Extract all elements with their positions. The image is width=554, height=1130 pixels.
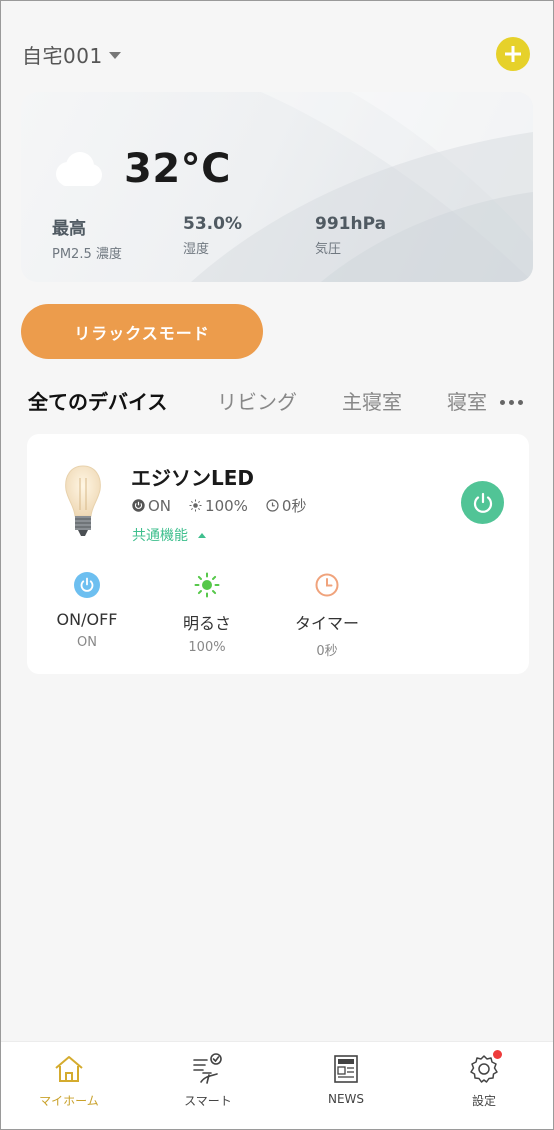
timer-status: 0秒 (266, 495, 307, 516)
power-status-icon (132, 499, 145, 512)
control-timer[interactable]: タイマー 0秒 (272, 572, 382, 659)
tab-master-bedroom[interactable]: 主寝室 (342, 386, 402, 415)
add-device-button[interactable] (496, 37, 530, 71)
clock-icon (315, 573, 339, 597)
weather-stat-humidity: 53.0% 湿度 (183, 214, 242, 257)
stat-value: 53.0% (183, 214, 242, 234)
nav-my-home[interactable]: マイホーム (14, 1052, 124, 1109)
control-label: タイマー (294, 614, 359, 633)
device-name: エジソンLED (131, 466, 255, 490)
cloud-icon (50, 150, 104, 192)
brightness-status-text: 100% (205, 496, 248, 515)
control-onoff[interactable]: ON/OFF ON (32, 572, 142, 650)
timer-status-icon (266, 499, 279, 512)
control-value: ON (77, 635, 97, 650)
tab-all-devices[interactable]: 全てのデバイス (28, 386, 167, 415)
device-status-row: ON 100% 0秒 (132, 495, 324, 516)
home-name: 自宅001 (22, 43, 103, 68)
weather-stat-pm25: 最高 PM2.5 濃度 (52, 214, 122, 262)
control-value: 100% (188, 640, 226, 655)
nav-label: NEWS (327, 1092, 365, 1106)
stat-label: PM2.5 濃度 (52, 247, 122, 262)
power-control-icon (74, 572, 100, 598)
plus-icon (505, 46, 521, 62)
power-status-text: ON (148, 496, 172, 515)
newspaper-icon (334, 1055, 358, 1083)
nav-label: マイホーム (39, 1094, 99, 1108)
device-power-button[interactable] (461, 481, 504, 524)
stat-value: 991hPa (315, 214, 387, 234)
stat-value: 最高 (52, 219, 86, 239)
temperature: 32°C (124, 146, 232, 192)
sun-icon (194, 572, 220, 598)
home-selector[interactable]: 自宅001 (22, 40, 121, 68)
timer-status-text: 0秒 (281, 497, 307, 515)
common-functions-toggle[interactable]: 共通機能 (132, 525, 206, 545)
nav-label: 設定 (471, 1094, 496, 1108)
tab-bedroom[interactable]: 寝室 (447, 386, 489, 415)
power-icon (473, 492, 492, 513)
notification-badge (493, 1050, 502, 1059)
control-value: 0秒 (316, 644, 338, 659)
more-icon[interactable] (500, 400, 523, 405)
nav-news[interactable]: NEWS (291, 1052, 401, 1106)
room-tabs: 全てのデバイス リビング 主寝室 寝室 (0, 386, 554, 416)
nav-smart[interactable]: スマート (153, 1052, 263, 1109)
caret-down-icon (108, 51, 121, 59)
caret-up-icon (198, 532, 206, 538)
common-functions-label: 共通機能 (132, 528, 188, 544)
bulb-icon (62, 464, 104, 542)
power-status: ON (132, 497, 171, 515)
control-label: 明るさ (182, 614, 231, 633)
stat-label: 気圧 (315, 242, 342, 257)
home-icon (55, 1056, 83, 1082)
control-label: ON/OFF (56, 610, 118, 629)
brightness-status-icon (189, 499, 202, 512)
weather-stat-pressure: 991hPa 気圧 (315, 214, 386, 257)
smart-scene-icon (193, 1053, 222, 1084)
brightness-status: 100% (189, 497, 248, 515)
relax-mode-button[interactable]: リラックスモード (21, 304, 263, 359)
stat-label: 湿度 (183, 242, 210, 257)
tab-living[interactable]: リビング (217, 386, 297, 415)
bottom-nav: マイホーム スマート NEWS 設定 (0, 1041, 554, 1130)
nav-settings[interactable]: 設定 (429, 1050, 539, 1109)
nav-label: スマート (184, 1094, 232, 1108)
control-brightness[interactable]: 明るさ 100% (152, 572, 262, 655)
